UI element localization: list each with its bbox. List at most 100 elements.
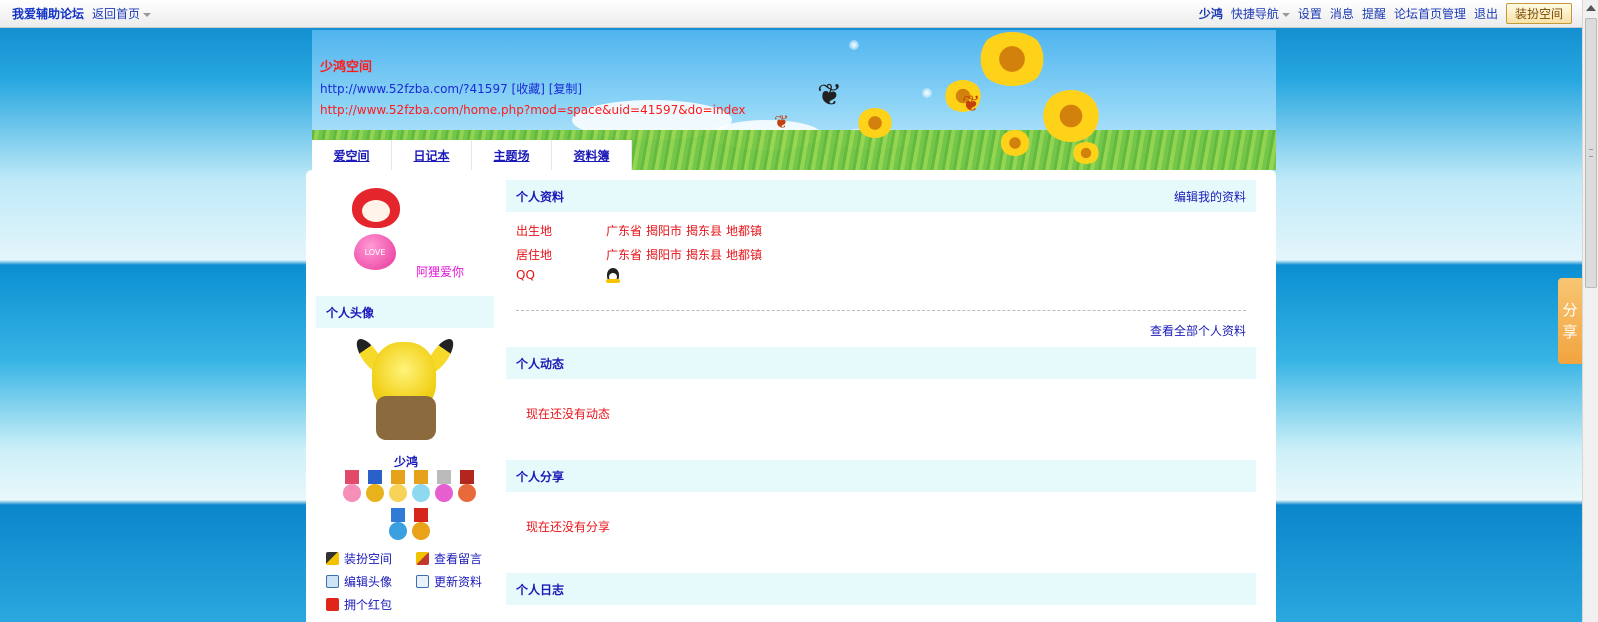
medal-disc [457, 484, 476, 502]
share-tab-char-1: 分 [1562, 301, 1578, 319]
reminders-link[interactable]: 提醒 [1362, 5, 1386, 22]
topbar-right: 少鸿 快捷导航 设置 消息 提醒 论坛首页管理 退出 装扮空间 [1199, 3, 1572, 24]
tab-profile[interactable]: 资料簿 [552, 140, 632, 170]
copy-link[interactable]: [复制] [549, 82, 582, 96]
residence-city-link[interactable]: 揭阳市 [646, 246, 682, 263]
edit-avatar-link[interactable]: 编辑头像 [326, 573, 406, 590]
wand-icon [326, 552, 339, 565]
birthplace-row: 出生地 广东省 揭阳市 揭东县 地都镇 [516, 222, 762, 239]
sidebar-actions-row: 编辑头像 更新资料 [326, 573, 501, 590]
sunflower-icon [1000, 130, 1030, 156]
update-profile-link[interactable]: 更新资料 [416, 573, 496, 590]
chevron-down-icon [1281, 12, 1290, 17]
sunflower-icon [977, 32, 1047, 86]
tab-love-space[interactable]: 爱空间 [312, 140, 392, 170]
qq-value [606, 268, 620, 284]
medal-disc [411, 522, 430, 540]
avatar[interactable] [346, 335, 466, 448]
residence-row: 居住地 广东省 揭阳市 揭东县 地都镇 [516, 246, 762, 263]
profile-section-title: 个人资料 [516, 189, 565, 204]
qq-row: QQ [516, 268, 620, 284]
logout-link[interactable]: 退出 [1474, 5, 1498, 22]
medal-icon[interactable] [388, 508, 408, 544]
id-card-icon [416, 575, 429, 588]
residence-value: 广东省 揭阳市 揭东县 地都镇 [606, 246, 762, 263]
medal-icon[interactable] [457, 470, 477, 506]
sunflower-icon [1072, 142, 1100, 164]
fox-face [362, 200, 390, 222]
medal-disc [411, 484, 430, 502]
forum-admin-link[interactable]: 论坛首页管理 [1394, 5, 1466, 22]
dress-space-link[interactable]: 装扮空间 [326, 550, 406, 567]
residence-province-link[interactable]: 广东省 [606, 246, 642, 263]
sidebar-actions: 装扮空间 查看留言 编辑头像 更新资料 拥个红包 [326, 550, 501, 619]
avatar-cape [376, 396, 436, 440]
share-tab-char-2: 享 [1562, 323, 1578, 341]
tab-topics[interactable]: 主题场 [472, 140, 552, 170]
space-short-url-link[interactable]: http://www.52fzba.com/?41597 [320, 82, 508, 96]
medal-icon[interactable] [388, 470, 408, 506]
messages-link[interactable]: 消息 [1330, 5, 1354, 22]
medal-icon[interactable] [342, 470, 362, 506]
pencil-icon [416, 552, 429, 565]
birthplace-town-link[interactable]: 地都镇 [726, 222, 762, 239]
medal-ribbon [390, 508, 405, 522]
medal-icon[interactable] [411, 470, 431, 506]
shares-section-header: 个人分享 [506, 460, 1256, 492]
medal-ribbon [436, 470, 451, 484]
tab-diary[interactable]: 日记本 [392, 140, 472, 170]
birthplace-city-link[interactable]: 揭阳市 [646, 222, 682, 239]
medal-ribbon [413, 508, 428, 522]
profile-username[interactable]: 少鸿 [316, 453, 496, 470]
back-home-link[interactable]: 返回首页 [92, 5, 152, 22]
chevron-down-icon [143, 12, 152, 17]
update-profile-label: 更新资料 [434, 575, 483, 589]
residence-county-link[interactable]: 揭东县 [686, 246, 722, 263]
feed-empty-message: 现在还没有动态 [526, 407, 611, 421]
main-container: LOVE 阿狸爱你 个人头像 少鸿 装扮空间 查看留言 编辑头像 更新资料 拥个… [306, 170, 1276, 622]
sunflower-icon [1042, 90, 1100, 142]
residence-label: 居住地 [516, 248, 553, 262]
site-name-link[interactable]: 我爱辅助论坛 [12, 5, 84, 22]
birthplace-county-link[interactable]: 揭东县 [686, 222, 722, 239]
residence-town-link[interactable]: 地都镇 [726, 246, 762, 263]
top-toolbar: 我爱辅助论坛 返回首页 少鸿 快捷导航 设置 消息 提醒 论坛首页管理 退出 装… [0, 0, 1582, 28]
sparkle-icon [849, 40, 859, 50]
settings-link[interactable]: 设置 [1298, 5, 1322, 22]
medal-ribbon [344, 470, 359, 484]
medal-disc [388, 484, 407, 502]
username-link[interactable]: 少鸿 [1199, 5, 1223, 22]
scrollbar-thumb[interactable] [1585, 18, 1597, 288]
diary-section-header: 个人日志 [506, 573, 1256, 605]
scroll-up-icon[interactable] [1586, 5, 1596, 11]
space-url-line: http://www.52fzba.com/?41597 [收藏] [复制] [320, 80, 582, 97]
view-comments-link[interactable]: 查看留言 [416, 550, 496, 567]
medal-disc [388, 522, 407, 540]
medal-ribbon [413, 470, 428, 484]
sparkle-icon [922, 88, 932, 98]
share-side-tab[interactable]: 分 享 [1558, 278, 1582, 364]
qq-penguin-icon[interactable] [606, 268, 620, 284]
favorite-link[interactable]: [收藏] [512, 82, 545, 96]
sidebar-actions-row: 拥个红包 [326, 596, 501, 613]
profile-section-header: 个人资料 编辑我的资料 [506, 180, 1256, 212]
back-home-label: 返回首页 [92, 7, 141, 21]
space-nav: 爱空间 日记本 主题场 资料簿 [312, 140, 632, 170]
quick-nav-link[interactable]: 快捷导航 [1231, 5, 1290, 22]
medal-icon[interactable] [434, 470, 454, 506]
vertical-scrollbar[interactable] [1582, 0, 1598, 622]
birthplace-label: 出生地 [516, 224, 553, 238]
medal-list [334, 470, 484, 544]
edit-profile-link[interactable]: 编辑我的资料 [1174, 188, 1246, 205]
space-title: 少鸿空间 [320, 60, 373, 75]
medal-icon[interactable] [365, 470, 385, 506]
medal-ribbon [459, 470, 474, 484]
medal-icon[interactable] [411, 508, 431, 544]
red-packet-link[interactable]: 拥个红包 [326, 596, 406, 613]
medal-disc [365, 484, 384, 502]
birthplace-province-link[interactable]: 广东省 [606, 222, 642, 239]
dress-space-button[interactable]: 装扮空间 [1505, 3, 1572, 24]
edit-avatar-label: 编辑头像 [344, 575, 393, 589]
red-packet-label: 拥个红包 [344, 598, 393, 612]
view-all-profile-link[interactable]: 查看全部个人资料 [1150, 322, 1246, 339]
